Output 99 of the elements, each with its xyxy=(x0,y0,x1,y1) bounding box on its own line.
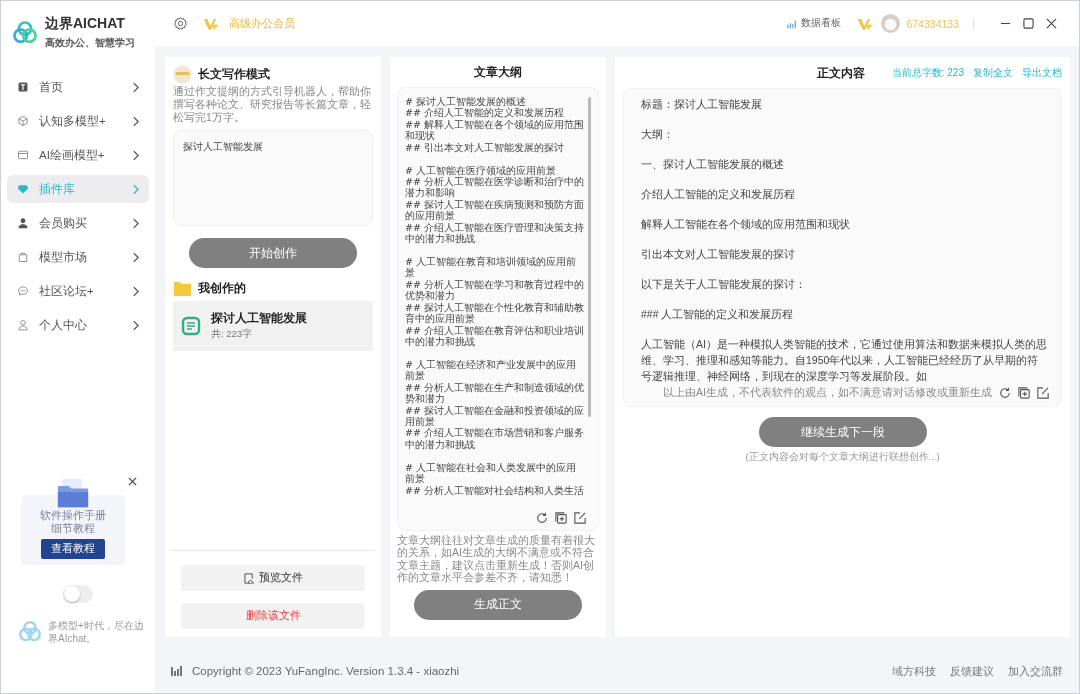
outline-editor[interactable] xyxy=(397,87,599,531)
mode-description: 通过作文提纲的方式引导机器人，帮助你撰写各种论文、研究报告等长篇文章，轻松写完1万字。 xyxy=(173,85,372,124)
content-paragraph: 以下是关于人工智能发展的探讨： xyxy=(641,277,807,292)
dashboard-link[interactable]: 数据看板 xyxy=(801,17,842,30)
content-paragraph: 人工智能（AI）是一种模拟人类智能的技术，它通过使用算法和数据来模拟人类的思维、学习、推理和感知等能力。自1950年代以来，人工智能已经经历了从早期的符号逻辑推理、神经网络，到现在的深度学习等发展阶段。如 xyxy=(641,337,1048,384)
edit-icon[interactable] xyxy=(574,511,586,524)
topic-field[interactable]: 探讨人工智能发展 xyxy=(173,130,373,226)
bar-chart-icon xyxy=(171,665,183,677)
continue-button[interactable]: 继续生成下一段 xyxy=(758,417,927,447)
sidebar-item[interactable]: 社区论坛+ xyxy=(7,277,149,305)
chevron-right-icon xyxy=(132,217,139,229)
copyright: Copyright © 2023 YuFangInc. Version 1.3.4 - xiaozhi xyxy=(192,665,460,677)
outline-line: ## 分析人工智能在学习和教育过程中的优势和潜力 xyxy=(405,278,586,302)
outline-line: # 人工智能在社会和人类发展中的应用前景 xyxy=(405,461,578,485)
bag-icon xyxy=(17,251,29,263)
toggle-switch[interactable] xyxy=(63,585,93,603)
app-name: 边界AICHAT xyxy=(45,15,126,33)
chevron-right-icon xyxy=(132,251,139,263)
t-square-icon xyxy=(17,81,29,93)
sidebar-item[interactable]: 模型市场 xyxy=(7,243,149,271)
chevron-right-icon xyxy=(132,319,139,331)
content-paragraph: 解释人工智能在各个领域的应用范围和现状 xyxy=(641,217,851,232)
outline-line: ## 探讨人工智能在个性化教育和辅助教育中的应用前景 xyxy=(405,301,586,325)
outline-note: 文章大纲往往对文章生成的质量有着很大的关系，如AI生成的大纲不满意或不符合文章主题，建议点击重新生成！否则AI创作的文章水平会参差不齐，请知悉！ xyxy=(397,533,596,584)
app-tagline: 高效办公、智慧学习 xyxy=(45,36,135,50)
content-paragraph: 介绍人工智能的定义和发展历程 xyxy=(641,187,796,202)
preview-button[interactable]: 预览文件 xyxy=(181,565,365,591)
chevron-right-icon xyxy=(132,285,139,297)
person-outline-icon xyxy=(17,319,29,331)
refresh-icon[interactable] xyxy=(999,387,1011,399)
promo-text: 软件操作手册 xyxy=(40,509,106,522)
edit-icon[interactable] xyxy=(1037,387,1049,399)
footer-link[interactable]: 反馈建议 xyxy=(950,663,994,679)
footer-link[interactable]: 加入交流群 xyxy=(1008,663,1063,679)
outline-line: ## 引出本文对人工智能发展的探讨 xyxy=(405,141,566,154)
close-icon[interactable] xyxy=(128,477,137,486)
copy-icon[interactable] xyxy=(1018,387,1030,399)
panel-title: 长文写作模式 xyxy=(198,67,270,82)
outline-line: ## 探讨人工智能在疾病预测和预防方面的应用前景 xyxy=(405,198,586,222)
folder-icon xyxy=(173,280,192,297)
user-id: 674334133 xyxy=(906,17,959,30)
work-item[interactable]: 探讨人工智能发展 共: 223字 xyxy=(173,301,373,351)
delete-button[interactable]: 删除该文件 xyxy=(181,603,365,629)
close-icon[interactable] xyxy=(1046,18,1057,29)
chevron-right-icon xyxy=(132,81,139,93)
slogan: 多模型+时代，尽在边界AIchat。 xyxy=(48,619,145,645)
outline-line: ## 探讨人工智能在金融和投资领域的应用前景 xyxy=(405,404,586,427)
vip-icon xyxy=(203,16,219,31)
membership-label: 高级办公会员 xyxy=(229,16,295,31)
promo-text: 细节教程 xyxy=(51,522,95,535)
content-paragraph: 引出本文对人工智能发展的探讨 xyxy=(641,247,796,262)
preview-icon xyxy=(243,572,255,584)
content-paragraph: 大纲： xyxy=(641,127,675,142)
outline-line: # 探讨人工智能发展的概述 xyxy=(405,96,528,108)
section-title: 我创作的 xyxy=(198,281,246,296)
outline-line: # 人工智能在经济和产业发展中的应用前景 xyxy=(405,358,578,382)
content-paragraph: 一、探讨人工智能发展的概述 xyxy=(641,157,785,172)
start-button[interactable]: 开始创作 xyxy=(189,238,357,268)
gem-icon xyxy=(17,183,29,195)
folder-icon xyxy=(55,477,91,509)
settings-icon[interactable] xyxy=(173,16,188,31)
panel-title: 文章大纲 xyxy=(473,65,523,80)
content-paragraph: 标题：探讨人工智能发展 xyxy=(641,97,763,112)
view-tutorial-button[interactable]: 查看教程 xyxy=(41,539,105,559)
continue-hint: (正文内容会对每个文章大纲进行联想创作...) xyxy=(744,451,941,464)
bar-chart-icon xyxy=(787,18,798,29)
sidebar-item[interactable]: AI绘画模型+ xyxy=(7,141,149,169)
sidebar-item[interactable]: 首页 xyxy=(7,73,149,101)
chevron-right-icon xyxy=(132,149,139,161)
outline-line: # 人工智能在医疗领域的应用前景 xyxy=(405,164,558,176)
outline-line: ## 介绍人工智能在医疗管理和决策支持中的潜力和挑战 xyxy=(405,221,586,245)
sidebar-item[interactable]: 认知多模型+ xyxy=(7,107,149,135)
person-icon xyxy=(17,217,29,229)
cube-icon xyxy=(17,115,29,127)
outline-line: ## 介绍人工智能在市场营销和客户服务中的潜力和挑战 xyxy=(405,427,586,451)
copy-icon[interactable] xyxy=(555,511,567,524)
window-icon xyxy=(17,149,29,161)
ai-disclaimer: 以上由AI生成，不代表软件的观点，如不满意请对话修改或重新生成 xyxy=(663,386,992,400)
chevron-right-icon xyxy=(132,183,139,195)
outline-line: ## 分析人工智能在生产和制造领域的优势和潜力 xyxy=(405,381,586,405)
chat-bubble-icon xyxy=(17,285,29,297)
outline-line: ## 介绍人工智能的定义和发展历程 xyxy=(405,107,566,119)
sidebar-item[interactable]: 会员购买 xyxy=(7,209,149,237)
footer-link[interactable]: 域方科技 xyxy=(892,663,936,679)
outline-line: ## 分析人工智能在医学诊断和治疗中的潜力和影响 xyxy=(405,176,586,199)
panel-title: 正文内容 xyxy=(817,65,865,81)
chevron-right-icon xyxy=(132,115,139,127)
refresh-icon[interactable] xyxy=(536,511,548,524)
word-count: 当前总字数: 223 xyxy=(891,66,964,80)
outline-line: # 人工智能在教育和培训领域的应用前景 xyxy=(405,256,578,279)
document-icon xyxy=(181,316,201,336)
maximize-icon[interactable] xyxy=(1023,18,1034,29)
content-paragraph: ### 人工智能的定义和发展历程 xyxy=(641,307,795,322)
outline-line: ## 介绍人工智能在教育评估和职业培训中的潜力和挑战 xyxy=(405,324,586,348)
generate-button[interactable]: 生成正文 xyxy=(414,589,582,620)
outline-line: ## 分析人工智能对社会结构和人类生活 xyxy=(405,484,586,496)
outline-line: ## 解释人工智能在各个领域的应用范围和现状 xyxy=(405,118,586,142)
sidebar-item[interactable]: 个人中心 xyxy=(7,311,149,339)
vip-icon xyxy=(857,16,874,31)
